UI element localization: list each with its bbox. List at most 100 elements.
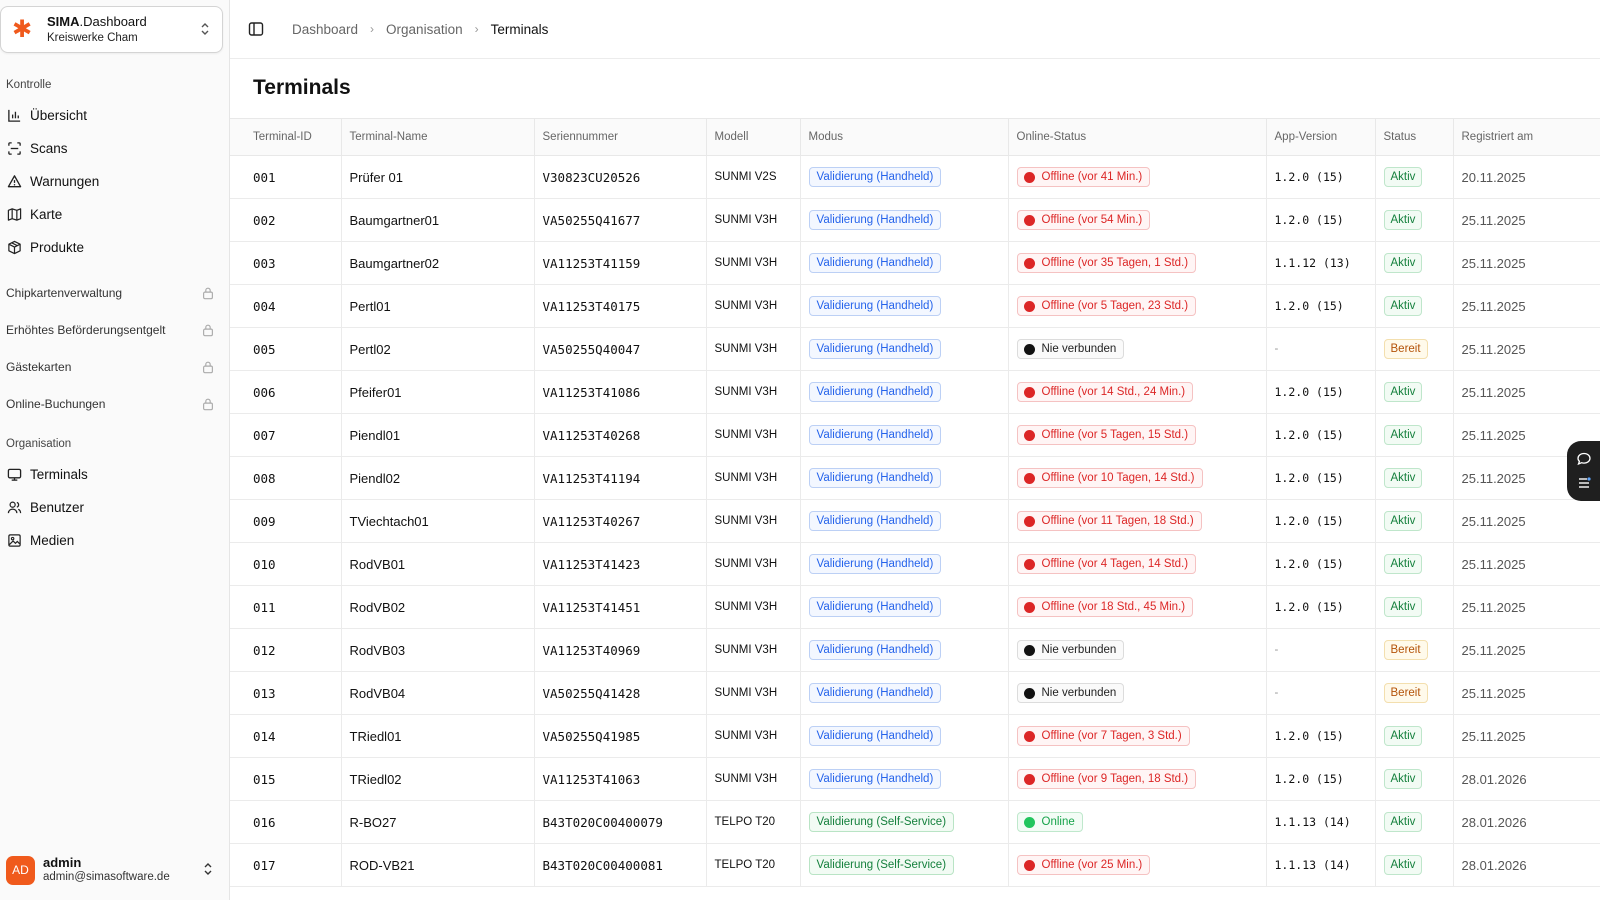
user-menu[interactable]: AD admin admin@simasoftware.de [0,840,229,900]
cell-mode: Validierung (Handheld) [800,456,1009,500]
status-badge: Aktiv [1383,511,1423,531]
status-badge: Bereit [1383,683,1428,703]
breadcrumb-organisation[interactable]: Organisation [386,22,463,37]
table-row[interactable]: 005 Pertl02 VA50255Q40047 SUNMI V3H Validier… [230,327,1600,371]
cell-model: TELPO T20 [706,843,801,887]
sidebar-item-ubersicht[interactable]: Übersicht [0,99,229,132]
sidebar-item-scans[interactable]: Scans [0,132,229,165]
sidebar-item-karte[interactable]: Karte [0,198,229,231]
user-name: admin [43,855,82,870]
cell-terminal-id: 012 [230,628,342,672]
cell-serial-number: VA11253T41159 [534,241,707,285]
mode-badge: Validierung (Handheld) [808,167,942,187]
online-status-text: Offline (vor 18 Std., 45 Min.) [1041,601,1186,613]
mode-badge: Validierung (Handheld) [808,769,942,789]
cell-terminal-id: 016 [230,800,342,844]
status-badge: Aktiv [1383,210,1423,230]
cell-terminal-name: Piendl01 [341,413,535,457]
list-icon[interactable] [1576,475,1592,491]
cell-terminal-id: 003 [230,241,342,285]
cell-online-status: Nie verbunden [1008,628,1267,672]
sidebar-item-gastekarten[interactable]: Gästekarten [0,348,229,385]
cell-model: TELPO T20 [706,800,801,844]
column-header-seriennummer[interactable]: Seriennummer [534,118,707,156]
cell-mode: Validierung (Handheld) [800,370,1009,414]
column-header-registriert-am[interactable]: Registriert am [1453,118,1600,156]
status-badge: Aktiv [1383,597,1423,617]
sidebar-toggle-icon[interactable] [248,21,264,37]
cell-terminal-id: 017 [230,843,342,887]
status-badge: Aktiv [1383,812,1423,832]
table-row[interactable]: 004 Pertl01 VA11253T40175 SUNMI V3H Validier… [230,284,1600,328]
cell-status: Aktiv [1375,843,1454,887]
online-status-badge: Offline (vor 7 Tagen, 3 Std.) [1016,726,1190,746]
online-status-text: Offline (vor 9 Tagen, 18 Std.) [1041,773,1189,785]
cell-terminal-name: ROD-VB21 [341,843,535,887]
cell-status: Aktiv [1375,413,1454,457]
table-row[interactable]: 006 Pfeifer01 VA11253T41086 SUNMI V3H Validi… [230,370,1600,414]
org-switcher[interactable]: ✱ SIMA.Dashboard Kreiswerke Cham [0,6,223,53]
mode-badge: Validierung (Handheld) [808,339,942,359]
sidebar-item-label: Produkte [30,240,85,255]
table-row[interactable]: 014 TRiedl01 VA50255Q41985 SUNMI V3H Validie… [230,714,1600,758]
status-badge: Aktiv [1383,468,1423,488]
table-row[interactable]: 016 R-BO27 B43T020C00400079 TELPO T20 Validi… [230,800,1600,844]
table-row[interactable]: 001 Prüfer 01 V30823CU20526 SUNMI V2S Validi… [230,155,1600,199]
sidebar-item-terminals[interactable]: Terminals [0,458,229,491]
online-status-badge: Offline (vor 11 Tagen, 18 Std.) [1016,511,1202,531]
table-row[interactable]: 003 Baumgartner02 VA11253T41159 SUNMI V3H Va… [230,241,1600,285]
cell-model: SUNMI V3H [706,198,801,242]
status-badge: Aktiv [1383,253,1423,273]
column-header-online-status[interactable]: Online-Status [1008,118,1267,156]
sidebar-item-chipkartenverwaltung[interactable]: Chipkartenverwaltung [0,274,229,311]
table-row[interactable]: 008 Piendl02 VA11253T41194 SUNMI V3H Validie… [230,456,1600,500]
table-row[interactable]: 012 RodVB03 VA11253T40969 SUNMI V3H Validier… [230,628,1600,672]
sidebar-item-erhohtes-beforderungsentgelt[interactable]: Erhöhtes Beförderungsentgelt [0,311,229,348]
cell-online-status: Offline (vor 41 Min.) [1008,155,1267,199]
status-badge: Bereit [1383,339,1428,359]
cell-mode: Validierung (Self-Service) [800,800,1009,844]
column-header-terminal-id[interactable]: Terminal-ID [230,118,342,156]
cell-registered: 25.11.2025 [1453,198,1600,242]
cell-terminal-id: 004 [230,284,342,328]
chat-bubble-icon[interactable] [1576,451,1592,467]
chevron-right-icon: › [370,22,375,36]
cell-registered: 28.01.2026 [1453,843,1600,887]
column-header-terminal-name[interactable]: Terminal-Name [341,118,535,156]
sidebar-item-label: Scans [30,141,68,156]
table-row[interactable]: 013 RodVB04 VA50255Q41428 SUNMI V3H Validier… [230,671,1600,715]
sidebar-item-online-buchungen[interactable]: Online-Buchungen [0,385,229,422]
cell-registered: 28.01.2026 [1453,800,1600,844]
section-label-kontrolle: Kontrolle [6,79,52,91]
sidebar-item-label: Karte [30,207,63,222]
warning-icon [6,174,22,190]
table-row[interactable]: 007 Piendl01 VA11253T40268 SUNMI V3H Validie… [230,413,1600,457]
table-row[interactable]: 002 Baumgartner01 VA50255Q41677 SUNMI V3H Va… [230,198,1600,242]
sidebar-item-produkte[interactable]: Produkte [0,231,229,264]
cell-registered: 25.11.2025 [1453,284,1600,328]
sidebar-item-warnungen[interactable]: Warnungen [0,165,229,198]
table-row[interactable]: 009 TViechtach01 VA11253T40267 SUNMI V3H Val… [230,499,1600,543]
cell-online-status: Offline (vor 7 Tagen, 3 Std.) [1008,714,1267,758]
cell-terminal-name: Pfeifer01 [341,370,535,414]
avatar: AD [6,855,35,885]
column-header-modus[interactable]: Modus [800,118,1009,156]
online-status-badge: Offline (vor 10 Tagen, 14 Std.) [1016,468,1203,488]
cell-serial-number: B43T020C00400081 [534,843,707,887]
sidebar-item-benutzer[interactable]: Benutzer [0,491,229,524]
cell-terminal-id: 005 [230,327,342,371]
table-row[interactable]: 017 ROD-VB21 B43T020C00400081 TELPO T20 Vali… [230,843,1600,887]
table-row[interactable]: 011 RodVB02 VA11253T41451 SUNMI V3H Validier… [230,585,1600,629]
cell-registered: 25.11.2025 [1453,499,1600,543]
column-header-modell[interactable]: Modell [706,118,801,156]
column-header-app-version[interactable]: App-Version [1266,118,1376,156]
feedback-widget[interactable] [1567,441,1600,501]
table-row[interactable]: 010 RodVB01 VA11253T41423 SUNMI V3H Validier… [230,542,1600,586]
online-status-text: Nie verbunden [1041,343,1117,355]
table-row[interactable]: 015 TRiedl02 VA11253T41063 SUNMI V3H Validie… [230,757,1600,801]
breadcrumb-dashboard[interactable]: Dashboard [292,22,358,37]
sidebar-item-medien[interactable]: Medien [0,524,229,557]
column-header-status[interactable]: Status [1375,118,1454,156]
cell-registered: 25.11.2025 [1453,671,1600,715]
cell-mode: Validierung (Handheld) [800,714,1009,758]
